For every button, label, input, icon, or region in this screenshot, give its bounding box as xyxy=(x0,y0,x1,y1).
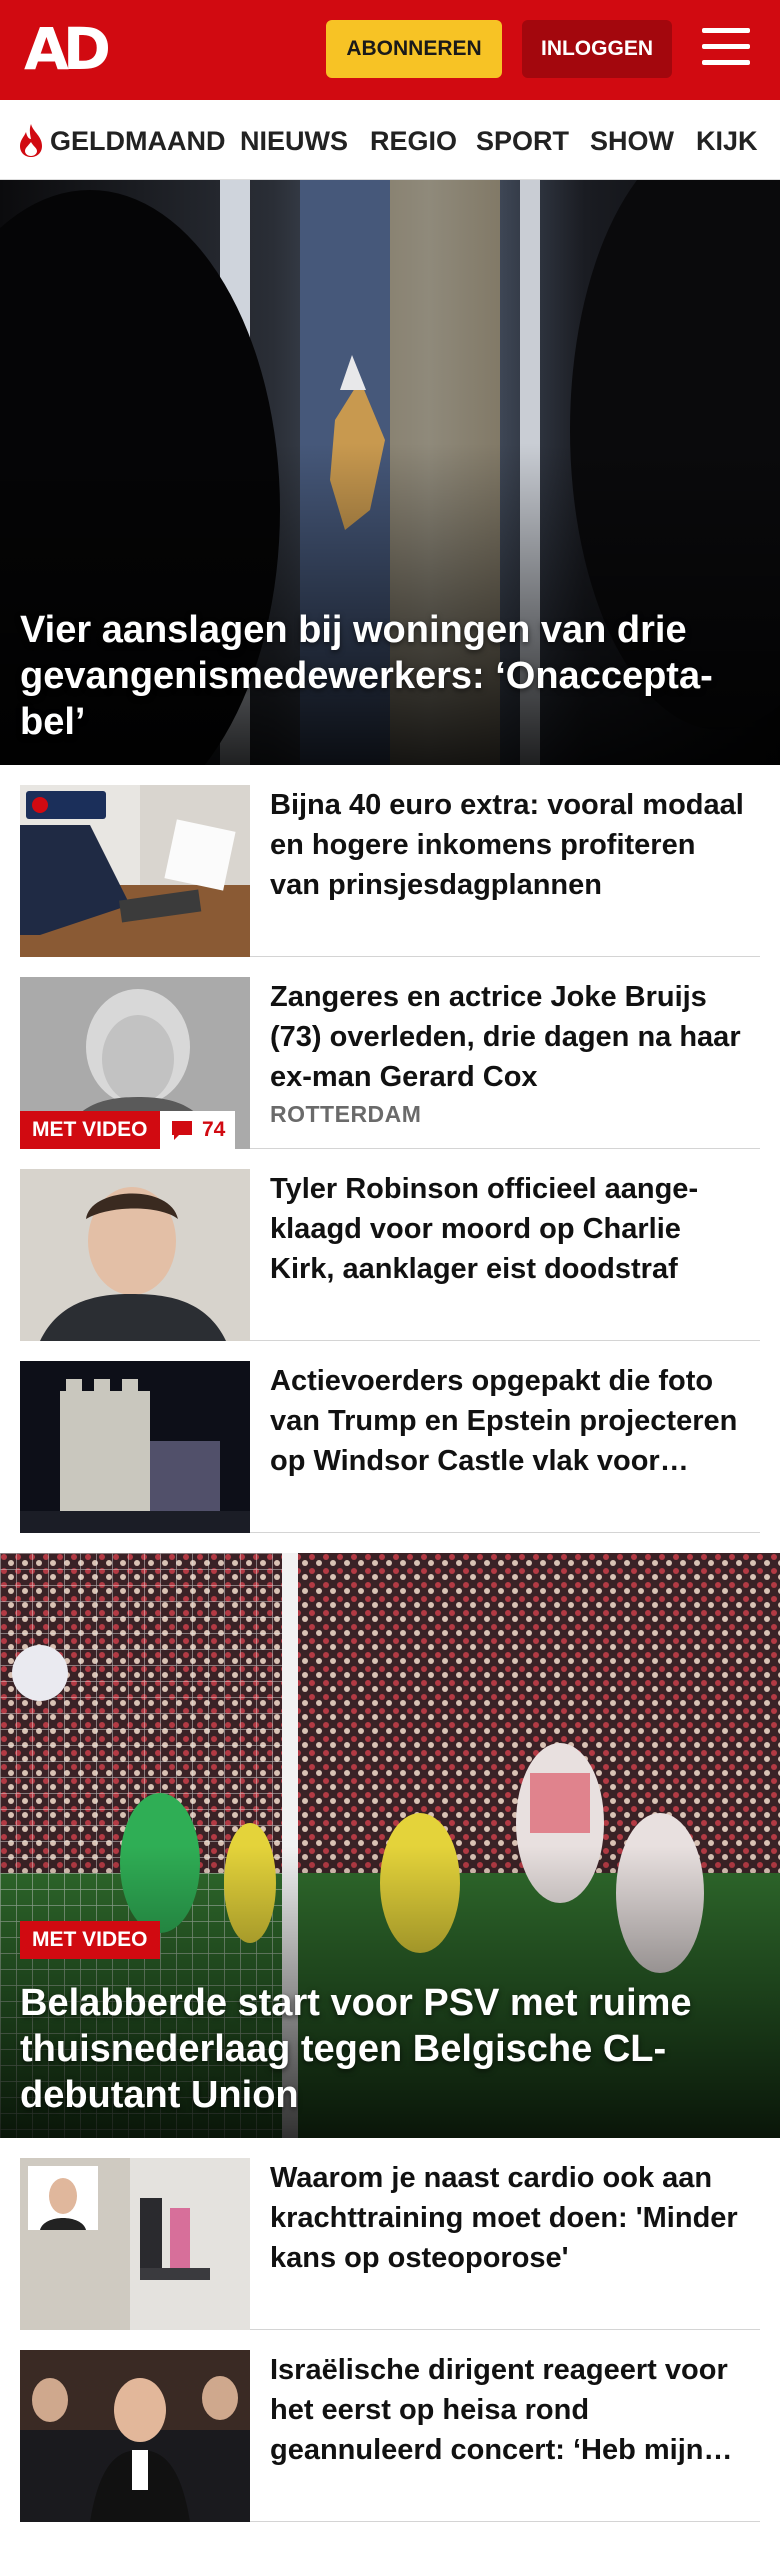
nav-show[interactable]: SHOW xyxy=(590,126,674,156)
list-item[interactable]: Israëlische dirigent reageert voor het e… xyxy=(20,2330,760,2522)
flame-icon xyxy=(20,124,42,157)
section-nav: GELDMAAND NIEUWS REGIO SPORT SHOW KIJK xyxy=(0,100,780,180)
article-thumbnail xyxy=(20,2158,250,2330)
list-item[interactable]: Tyler Robinson officieel aange­klaagd vo… xyxy=(20,1149,760,1341)
nav-geldmaand[interactable]: GELDMAAND xyxy=(50,126,226,156)
nav-kijk[interactable]: KIJK xyxy=(696,126,758,156)
list-item[interactable]: Actievoerders opgepakt die foto van Trum… xyxy=(20,1341,760,1533)
hero-article-2[interactable]: MET VIDEO Belabberde start voor PSV met … xyxy=(0,1553,780,2138)
hamburger-icon[interactable] xyxy=(700,24,752,72)
list-item[interactable]: MET VIDEO 74 Zangeres en actrice Joke Br… xyxy=(20,957,760,1149)
nav-regio[interactable]: REGIO xyxy=(370,126,457,156)
nav-sport[interactable]: SPORT xyxy=(476,126,569,156)
article-title: Israëlische dirigent reageert voor het e… xyxy=(270,2354,728,2466)
comment-icon xyxy=(172,1121,192,1140)
list-item[interactable]: Waarom je naast cardio ook aan krachttra… xyxy=(20,2138,760,2330)
article-location: ROTTERDAM xyxy=(270,1101,422,1127)
ad-logo[interactable]: AD xyxy=(24,18,116,80)
comment-count-value: 74 xyxy=(202,1118,226,1141)
hero-title: Belabberde start voor PSV met ruime thui… xyxy=(20,1982,692,2116)
top-bar: AD ABONNEREN INLOGGEN xyxy=(0,0,780,100)
subscribe-button[interactable]: ABONNEREN xyxy=(326,20,502,78)
article-title: Tyler Robinson officieel aange­klaagd vo… xyxy=(270,1173,699,1285)
article-thumbnail xyxy=(20,785,250,957)
article-title: Bijna 40 euro extra: vooral modaal en ho… xyxy=(270,789,744,901)
hero-article-1[interactable]: Vier aanslagen bij woningen van drie gev… xyxy=(0,180,780,765)
comment-count[interactable]: 74 xyxy=(160,1111,236,1149)
hero-title: Vier aanslagen bij woningen van drie gev… xyxy=(20,609,713,743)
article-title: Actievoerders opgepakt die foto van Trum… xyxy=(270,1365,738,1477)
article-title: Waarom je naast cardio ook aan krachttra… xyxy=(270,2162,738,2274)
article-thumbnail: MET VIDEO 74 xyxy=(20,977,250,1149)
article-thumbnail xyxy=(20,2350,250,2522)
article-thumbnail xyxy=(20,1361,250,1533)
video-badge: MET VIDEO xyxy=(20,1111,160,1149)
article-thumbnail xyxy=(20,1169,250,1341)
list-item[interactable]: Bijna 40 euro extra: vooral modaal en ho… xyxy=(20,765,760,957)
article-title: Zangeres en actrice Joke Bruijs (73) ove… xyxy=(270,981,741,1093)
video-badge: MET VIDEO xyxy=(20,1921,160,1959)
login-button[interactable]: INLOGGEN xyxy=(522,20,672,78)
nav-nieuws[interactable]: NIEUWS xyxy=(240,126,348,156)
